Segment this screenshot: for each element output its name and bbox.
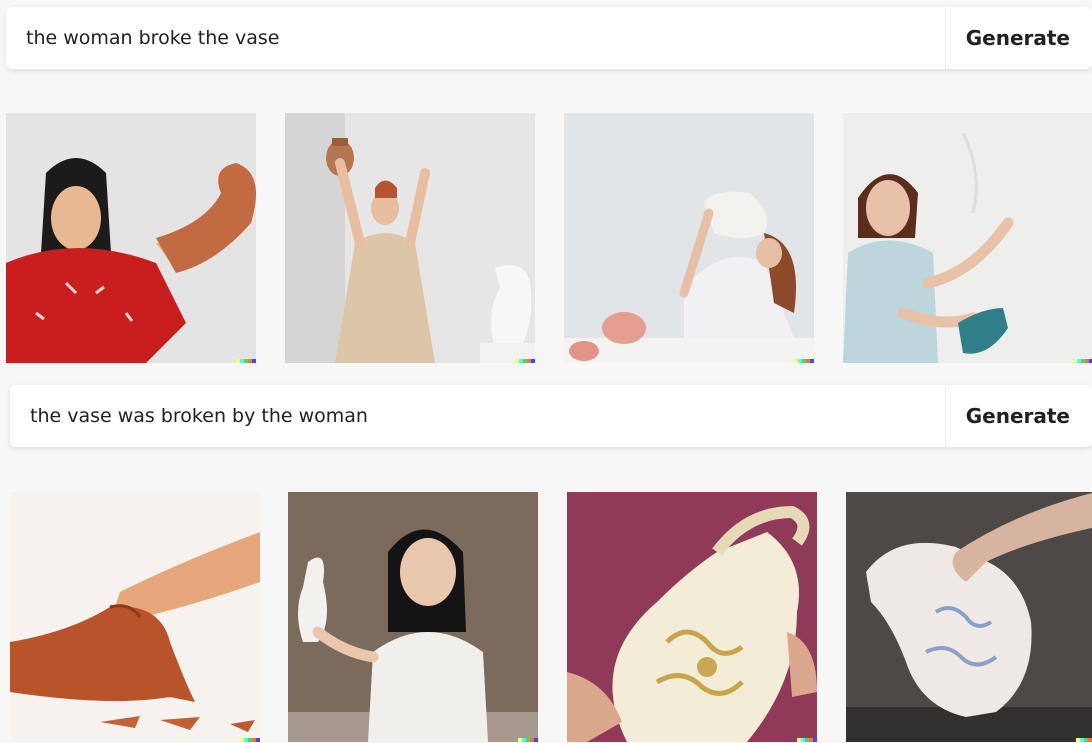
image-woman-blue-dress-bottle	[843, 113, 1092, 363]
image-woman-beige-dress-vase	[285, 113, 535, 363]
watermark-stripe-5	[534, 738, 538, 742]
watermark-stripe-5	[256, 738, 260, 742]
prompt-bar-1: the woman broke the vase Generate	[6, 7, 1092, 69]
generated-image-1-4[interactable]	[843, 113, 1092, 363]
prompt-input-1[interactable]: the woman broke the vase	[6, 27, 945, 49]
generated-image-2-1[interactable]	[10, 492, 260, 742]
dalle-watermark	[794, 359, 814, 363]
generated-image-2-2[interactable]	[288, 492, 538, 742]
generated-image-1-1[interactable]	[6, 113, 256, 363]
generate-button-2[interactable]: Generate	[944, 385, 1092, 447]
dalle-watermark	[518, 738, 538, 742]
image-hand-broken-terracotta-vase	[10, 492, 260, 742]
watermark-stripe-5	[252, 359, 256, 363]
image-hand-blue-white-porcelain-vase	[846, 492, 1092, 742]
watermark-stripe-5	[810, 359, 814, 363]
generated-image-1-2[interactable]	[285, 113, 535, 363]
watermark-stripe-5	[813, 738, 817, 742]
image-ornate-gold-vase-closeup	[567, 492, 817, 742]
dalle-watermark	[240, 738, 260, 742]
dalle-watermark	[515, 359, 535, 363]
image-woman-white-shirt-vase	[564, 113, 814, 363]
generated-image-2-3[interactable]	[567, 492, 817, 742]
generated-image-1-3[interactable]	[564, 113, 814, 363]
prompt-input-2[interactable]: the vase was broken by the woman	[10, 405, 945, 427]
prompt-bar-2: the vase was broken by the woman Generat…	[10, 385, 1092, 447]
generate-button-1[interactable]: Generate	[944, 7, 1092, 69]
dalle-watermark	[1073, 359, 1092, 363]
watermark-stripe-5	[531, 359, 535, 363]
dalle-comparison-page: the woman broke the vase Generate the va…	[0, 0, 1092, 743]
dalle-watermark	[236, 359, 256, 363]
image-woman-red-dress-vase	[6, 113, 256, 363]
dalle-watermark	[797, 738, 817, 742]
image-woman-white-top-white-vase	[288, 492, 538, 742]
generated-image-2-4[interactable]	[846, 492, 1092, 742]
dalle-watermark	[1076, 738, 1092, 742]
